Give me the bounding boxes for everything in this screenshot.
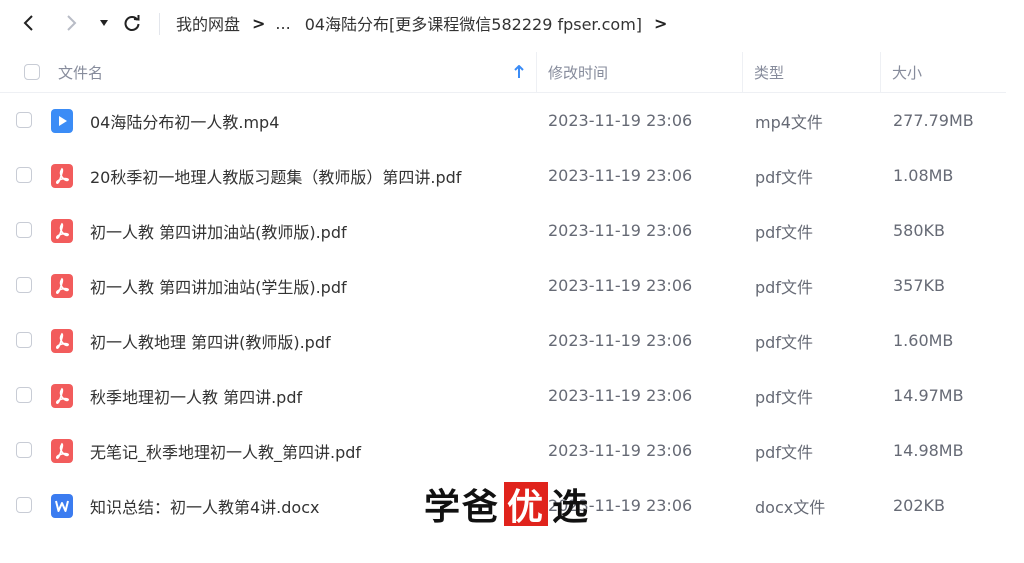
- pdf-icon: [51, 164, 73, 188]
- column-header-size[interactable]: 大小: [892, 52, 922, 92]
- breadcrumb-root[interactable]: 我的网盘: [176, 11, 240, 35]
- chevron-right-icon: [67, 15, 77, 31]
- column-header-type[interactable]: 类型: [754, 52, 784, 92]
- file-size: 580KB: [893, 221, 946, 240]
- column-divider[interactable]: [742, 52, 743, 92]
- word-icon: [51, 494, 73, 518]
- refresh-button[interactable]: [117, 8, 147, 38]
- column-divider[interactable]: [880, 52, 881, 92]
- watermark-char: 爸: [462, 487, 501, 528]
- pdf-icon: [51, 219, 73, 243]
- caret-down-icon: [100, 20, 108, 26]
- file-name[interactable]: 初一人教 第四讲加油站(教师版).pdf: [90, 203, 347, 258]
- watermark-logo: 学 爸 优 选: [424, 481, 591, 528]
- file-modified-time: 2023-11-19 23:06: [548, 166, 693, 185]
- column-divider[interactable]: [536, 52, 537, 92]
- watermark-char: 学: [424, 487, 463, 528]
- pdf-icon: [51, 274, 73, 298]
- row-checkbox[interactable]: [16, 387, 32, 403]
- column-header-name[interactable]: 文件名: [58, 52, 103, 92]
- toolbar: 我的网盘 > ... 04海陆分布[更多课程微信582229 fpser.com…: [0, 0, 1024, 46]
- forward-button[interactable]: [56, 8, 86, 38]
- file-size: 14.97MB: [893, 386, 964, 405]
- file-row[interactable]: 初一人教地理 第四讲(教师版).pdf 2023-11-19 23:06 pdf文件…: [0, 313, 1006, 368]
- file-size: 357KB: [893, 276, 946, 295]
- file-type: pdf文件: [755, 167, 813, 187]
- file-type: pdf文件: [755, 387, 813, 407]
- file-name[interactable]: 知识总结：初一人教第4讲.docx: [90, 478, 319, 533]
- file-type: pdf文件: [755, 277, 813, 297]
- row-checkbox[interactable]: [16, 277, 32, 293]
- row-checkbox[interactable]: [16, 442, 32, 458]
- file-name[interactable]: 初一人教 第四讲加油站(学生版).pdf: [90, 258, 347, 313]
- file-name[interactable]: 初一人教地理 第四讲(教师版).pdf: [90, 313, 331, 368]
- file-size: 14.98MB: [893, 441, 964, 460]
- video-icon: [51, 109, 73, 133]
- back-button[interactable]: [14, 8, 44, 38]
- scrollbar-track[interactable]: [1006, 46, 1024, 563]
- select-all-checkbox[interactable]: [24, 64, 40, 80]
- history-dropdown-button[interactable]: [89, 8, 119, 38]
- watermark-char-highlight: 优: [504, 482, 549, 528]
- file-name[interactable]: 04海陆分布初一人教.mp4: [90, 93, 279, 148]
- column-header-time[interactable]: 修改时间: [548, 52, 608, 92]
- chevron-left-icon: [23, 15, 33, 31]
- row-checkbox[interactable]: [16, 497, 32, 513]
- file-size: 277.79MB: [893, 111, 974, 130]
- file-name[interactable]: 秋季地理初一人教 第四讲.pdf: [90, 368, 302, 423]
- file-type: docx文件: [755, 497, 826, 517]
- file-modified-time: 2023-11-19 23:06: [548, 111, 693, 130]
- file-type: mp4文件: [755, 112, 823, 132]
- file-type: pdf文件: [755, 222, 813, 242]
- file-modified-time: 2023-11-19 23:06: [548, 441, 693, 460]
- breadcrumb-ellipsis[interactable]: ...: [275, 14, 290, 33]
- file-type: pdf文件: [755, 332, 813, 352]
- breadcrumb: 我的网盘 > ... 04海陆分布[更多课程微信582229 fpser.com…: [176, 0, 677, 46]
- pdf-icon: [51, 384, 73, 408]
- file-row[interactable]: 初一人教 第四讲加油站(学生版).pdf 2023-11-19 23:06 pdf文…: [0, 258, 1006, 313]
- file-row[interactable]: 秋季地理初一人教 第四讲.pdf 2023-11-19 23:06 pdf文件 14.…: [0, 368, 1006, 423]
- file-type: pdf文件: [755, 442, 813, 462]
- toolbar-divider: [159, 13, 160, 35]
- file-row[interactable]: 无笔记_秋季地理初一人教_第四讲.pdf 2023-11-19 23:06 pdf文…: [0, 423, 1006, 478]
- breadcrumb-separator-icon: >: [654, 13, 668, 33]
- file-row[interactable]: 20秋季初一地理人教版习题集（教师版）第四讲.pdf 2023-11-19 23:…: [0, 148, 1006, 203]
- file-size: 1.60MB: [893, 331, 954, 350]
- file-name[interactable]: 20秋季初一地理人教版习题集（教师版）第四讲.pdf: [90, 148, 461, 203]
- watermark-char: 选: [552, 487, 591, 528]
- file-list-header: 文件名 修改时间 类型 大小: [0, 52, 1006, 93]
- file-modified-time: 2023-11-19 23:06: [548, 276, 693, 295]
- file-name[interactable]: 无笔记_秋季地理初一人教_第四讲.pdf: [90, 423, 361, 478]
- sort-ascending-icon[interactable]: [513, 52, 525, 92]
- row-checkbox[interactable]: [16, 222, 32, 238]
- file-modified-time: 2023-11-19 23:06: [548, 221, 693, 240]
- refresh-icon: [124, 15, 140, 31]
- file-row[interactable]: 04海陆分布初一人教.mp4 2023-11-19 23:06 mp4文件 277.7…: [0, 93, 1006, 148]
- breadcrumb-separator-icon: >: [252, 13, 266, 33]
- pdf-icon: [51, 439, 73, 463]
- row-checkbox[interactable]: [16, 112, 32, 128]
- row-checkbox[interactable]: [16, 167, 32, 183]
- file-row[interactable]: 初一人教 第四讲加油站(教师版).pdf 2023-11-19 23:06 pdf文…: [0, 203, 1006, 258]
- file-size: 1.08MB: [893, 166, 954, 185]
- pdf-icon: [51, 329, 73, 353]
- row-checkbox[interactable]: [16, 332, 32, 348]
- breadcrumb-current[interactable]: 04海陆分布[更多课程微信582229 fpser.com]: [305, 11, 642, 35]
- file-modified-time: 2023-11-19 23:06: [548, 386, 693, 405]
- arrow-up-icon: [514, 65, 524, 78]
- file-modified-time: 2023-11-19 23:06: [548, 331, 693, 350]
- file-size: 202KB: [893, 496, 946, 515]
